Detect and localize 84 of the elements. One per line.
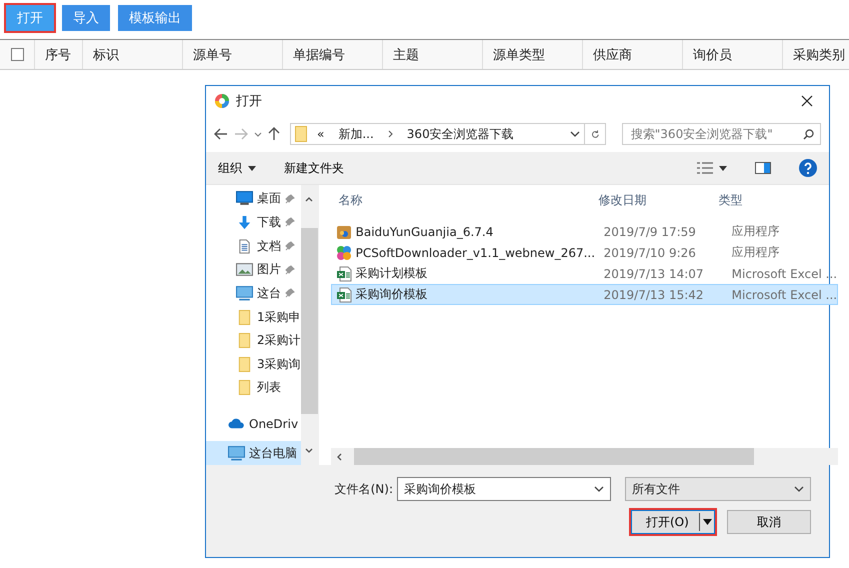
spreadsheet-icon	[336, 266, 352, 282]
nav-pane-item[interactable]: 桌面	[206, 187, 301, 211]
dropdown-triangle-icon	[702, 519, 712, 525]
picture-icon	[236, 262, 253, 278]
column-header[interactable]: 标识	[93, 46, 119, 64]
select-all-checkbox[interactable]	[11, 48, 24, 61]
file-row[interactable]: 采购计划模板 2019/7/13 14:07 Microsoft Excel ...	[330, 263, 838, 284]
refresh-icon	[590, 128, 599, 140]
computer-icon	[236, 286, 253, 301]
scroll-left-icon[interactable]	[336, 452, 342, 460]
search-field[interactable]: 搜索"360安全浏览器下载"	[622, 123, 821, 145]
down-arrow-icon	[236, 214, 253, 230]
pin-icon[interactable]	[285, 241, 295, 252]
nav-pane-item[interactable]: 3采购询	[206, 352, 301, 376]
close-icon	[801, 95, 813, 107]
breadcrumb[interactable]: 新加...	[338, 126, 374, 142]
nav-pane-item[interactable]: 图片	[206, 258, 301, 282]
app-icon	[336, 244, 352, 260]
pin-icon[interactable]	[285, 264, 295, 275]
dropdown-triangle-icon	[248, 166, 256, 170]
nav-pane-item[interactable]: 列表	[206, 376, 301, 400]
folder-icon	[236, 310, 253, 325]
recent-locations-button[interactable]	[254, 132, 262, 136]
package-icon	[336, 224, 352, 240]
folder-icon	[236, 356, 253, 372]
back-button[interactable]	[214, 128, 228, 140]
dropdown-caret-icon	[570, 131, 580, 137]
column-header[interactable]: 源单类型	[493, 46, 545, 64]
list-view-icon	[697, 162, 713, 174]
column-header[interactable]: 类型	[710, 192, 838, 208]
file-row[interactable]: BaiduYunGuanjia_6.7.4 2019/7/9 17:59 应用程序	[330, 221, 838, 242]
column-header[interactable]: 单据编号	[293, 46, 345, 64]
column-header[interactable]: 修改日期	[590, 192, 711, 208]
nav-pane-item[interactable]: 2采购计	[206, 328, 301, 352]
preview-pane-icon	[755, 162, 771, 174]
column-header[interactable]: 主题	[393, 46, 419, 64]
file-type-dropdown[interactable]: 所有文件	[625, 477, 811, 501]
breadcrumb[interactable]: 360安全浏览器下载	[406, 126, 514, 142]
chevron-right-icon	[388, 130, 393, 138]
organize-menu[interactable]: 组织	[218, 160, 256, 176]
nav-pane-item[interactable]: 这台电脑	[206, 441, 301, 465]
view-options-button[interactable]	[697, 162, 727, 174]
nav-pane-item[interactable]: 下载	[206, 210, 301, 234]
column-header[interactable]: 供应商	[593, 46, 632, 64]
dropdown-triangle-icon	[719, 166, 727, 170]
nav-pane-item[interactable]: 这台	[206, 282, 301, 306]
column-header[interactable]: 序号	[45, 46, 71, 64]
folder-icon	[236, 380, 253, 396]
search-icon	[803, 128, 814, 140]
up-button[interactable]	[268, 127, 280, 141]
app-logo-icon	[214, 93, 230, 109]
cancel-button[interactable]: 取消	[727, 510, 811, 534]
help-icon	[799, 159, 817, 177]
folder-icon	[295, 126, 307, 142]
caret-icon	[794, 486, 804, 492]
nav-pane-item[interactable]: 文档	[206, 234, 301, 258]
filename-field[interactable]: 采购询价模板	[397, 477, 611, 501]
file-row[interactable]: 采购询价模板 2019/7/13 15:42 Microsoft Excel ...	[330, 284, 838, 305]
folder-icon	[236, 333, 253, 348]
filename-label: 文件名(N):	[334, 480, 393, 498]
pin-icon[interactable]	[285, 217, 295, 228]
help-button[interactable]	[799, 159, 817, 177]
refresh-button[interactable]	[584, 123, 606, 145]
scrollbar[interactable]	[330, 448, 838, 465]
column-header[interactable]: 名称	[330, 192, 591, 208]
column-header[interactable]: 询价员	[693, 46, 732, 64]
preview-pane-button[interactable]	[755, 162, 771, 174]
address-bar[interactable]: « 新加... 360安全浏览器下载	[290, 123, 585, 145]
open-button[interactable]: 打开(O)	[631, 510, 715, 534]
nav-pane-item[interactable]: 1采购申	[206, 305, 301, 329]
pin-icon[interactable]	[285, 194, 295, 204]
overflow-chevron[interactable]: «	[317, 127, 324, 141]
pin-icon[interactable]	[285, 288, 295, 298]
spreadsheet-icon	[336, 286, 352, 302]
computer-icon	[228, 446, 245, 461]
caret-icon	[594, 486, 604, 492]
window-title: 打开	[236, 93, 263, 110]
new-folder-button[interactable]: 新建文件夹	[284, 160, 344, 176]
column-header[interactable]: 采购类别	[793, 46, 845, 64]
scrollbar[interactable]	[300, 185, 318, 465]
nav-pane-item[interactable]: OneDriv	[206, 412, 301, 436]
monitor-icon	[236, 191, 253, 206]
column-header[interactable]: 源单号	[193, 46, 232, 64]
file-row[interactable]: PCSoftDownloader_v1.1_webnew_267... 2019/7/10 9:26 应用程序	[330, 242, 838, 263]
